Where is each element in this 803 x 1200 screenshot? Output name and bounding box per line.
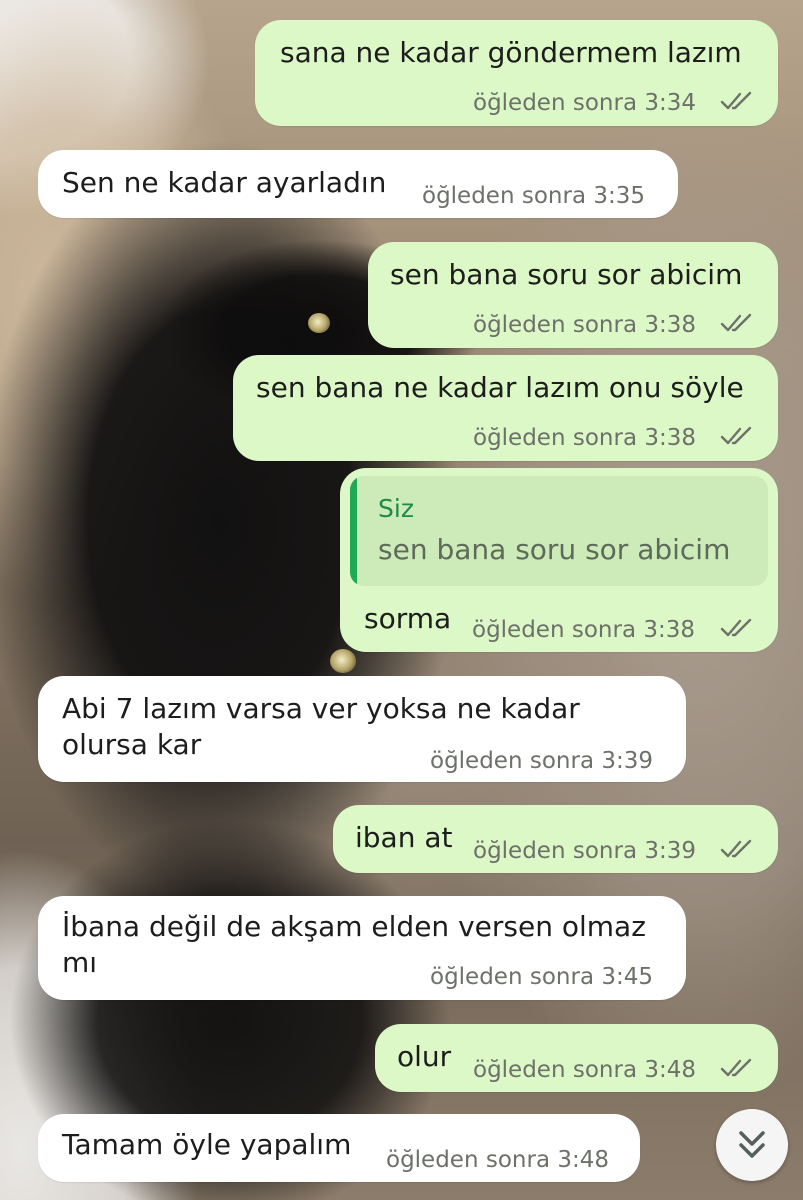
message-timestamp: öğleden sonra 3:38	[473, 425, 696, 451]
double-check-icon	[720, 1058, 752, 1077]
message-text: sana ne kadar göndermem lazım	[280, 36, 742, 69]
incoming-message-bubble[interactable]: Sen ne kadar ayarladın öğleden sonra 3:3…	[38, 150, 678, 218]
double-chevron-down-icon	[739, 1131, 765, 1158]
message-text-line: Abi 7 lazım varsa ver yoksa ne kadar	[62, 692, 580, 725]
outgoing-message-bubble[interactable]: olur öğleden sonra 3:48	[375, 1024, 778, 1092]
message-text: olur	[397, 1040, 452, 1073]
message-text: sorma	[364, 602, 452, 635]
quote-text: sen bana soru sor abicim	[378, 533, 731, 566]
message-timestamp: öğleden sonra 3:39	[473, 838, 696, 864]
message-text: sen bana ne kadar lazım onu söyle	[256, 371, 744, 404]
quoted-message[interactable]: Siz sen bana soru sor abicim	[350, 476, 768, 586]
double-check-icon	[720, 839, 752, 858]
quote-accent-bar	[350, 476, 357, 586]
message-timestamp: öğleden sonra 3:48	[473, 1057, 696, 1083]
wolf-eye-decoration	[330, 649, 356, 673]
incoming-message-bubble[interactable]: Abi 7 lazım varsa ver yoksa ne kadar olu…	[38, 676, 686, 782]
message-text: Tamam öyle yapalım	[62, 1128, 352, 1161]
incoming-message-bubble[interactable]: Tamam öyle yapalım öğleden sonra 3:48	[38, 1114, 640, 1182]
outgoing-message-bubble[interactable]: sana ne kadar göndermem lazım öğleden so…	[255, 20, 778, 126]
message-text-line: olursa kar	[62, 728, 202, 761]
scroll-to-bottom-button[interactable]	[716, 1109, 788, 1181]
wolf-eye-decoration	[308, 313, 330, 333]
message-timestamp: öğleden sonra 3:48	[386, 1147, 609, 1173]
message-text: Sen ne kadar ayarladın	[62, 166, 387, 199]
double-check-icon	[720, 313, 752, 332]
message-timestamp: öğleden sonra 3:39	[430, 748, 653, 774]
message-text: iban at	[355, 821, 453, 854]
double-check-icon	[720, 91, 752, 110]
message-timestamp: öğleden sonra 3:45	[430, 964, 653, 990]
incoming-message-bubble[interactable]: İbana değil de akşam elden versen olmaz …	[38, 896, 686, 1000]
outgoing-message-bubble[interactable]: sen bana soru sor abicim öğleden sonra 3…	[368, 242, 778, 348]
double-check-icon	[720, 618, 752, 637]
message-text: sen bana soru sor abicim	[390, 258, 743, 291]
message-timestamp: öğleden sonra 3:38	[473, 312, 696, 338]
message-timestamp: öğleden sonra 3:34	[473, 90, 696, 116]
message-text-line: mı	[62, 946, 98, 979]
message-timestamp: öğleden sonra 3:35	[422, 183, 645, 209]
message-timestamp: öğleden sonra 3:38	[472, 617, 695, 643]
double-check-icon	[720, 426, 752, 445]
quote-author: Siz	[378, 494, 414, 523]
outgoing-message-bubble[interactable]: iban at öğleden sonra 3:39	[333, 805, 778, 873]
message-text-line: İbana değil de akşam elden versen olmaz	[62, 910, 646, 943]
outgoing-message-bubble[interactable]: sen bana ne kadar lazım onu söyle öğlede…	[233, 355, 778, 461]
